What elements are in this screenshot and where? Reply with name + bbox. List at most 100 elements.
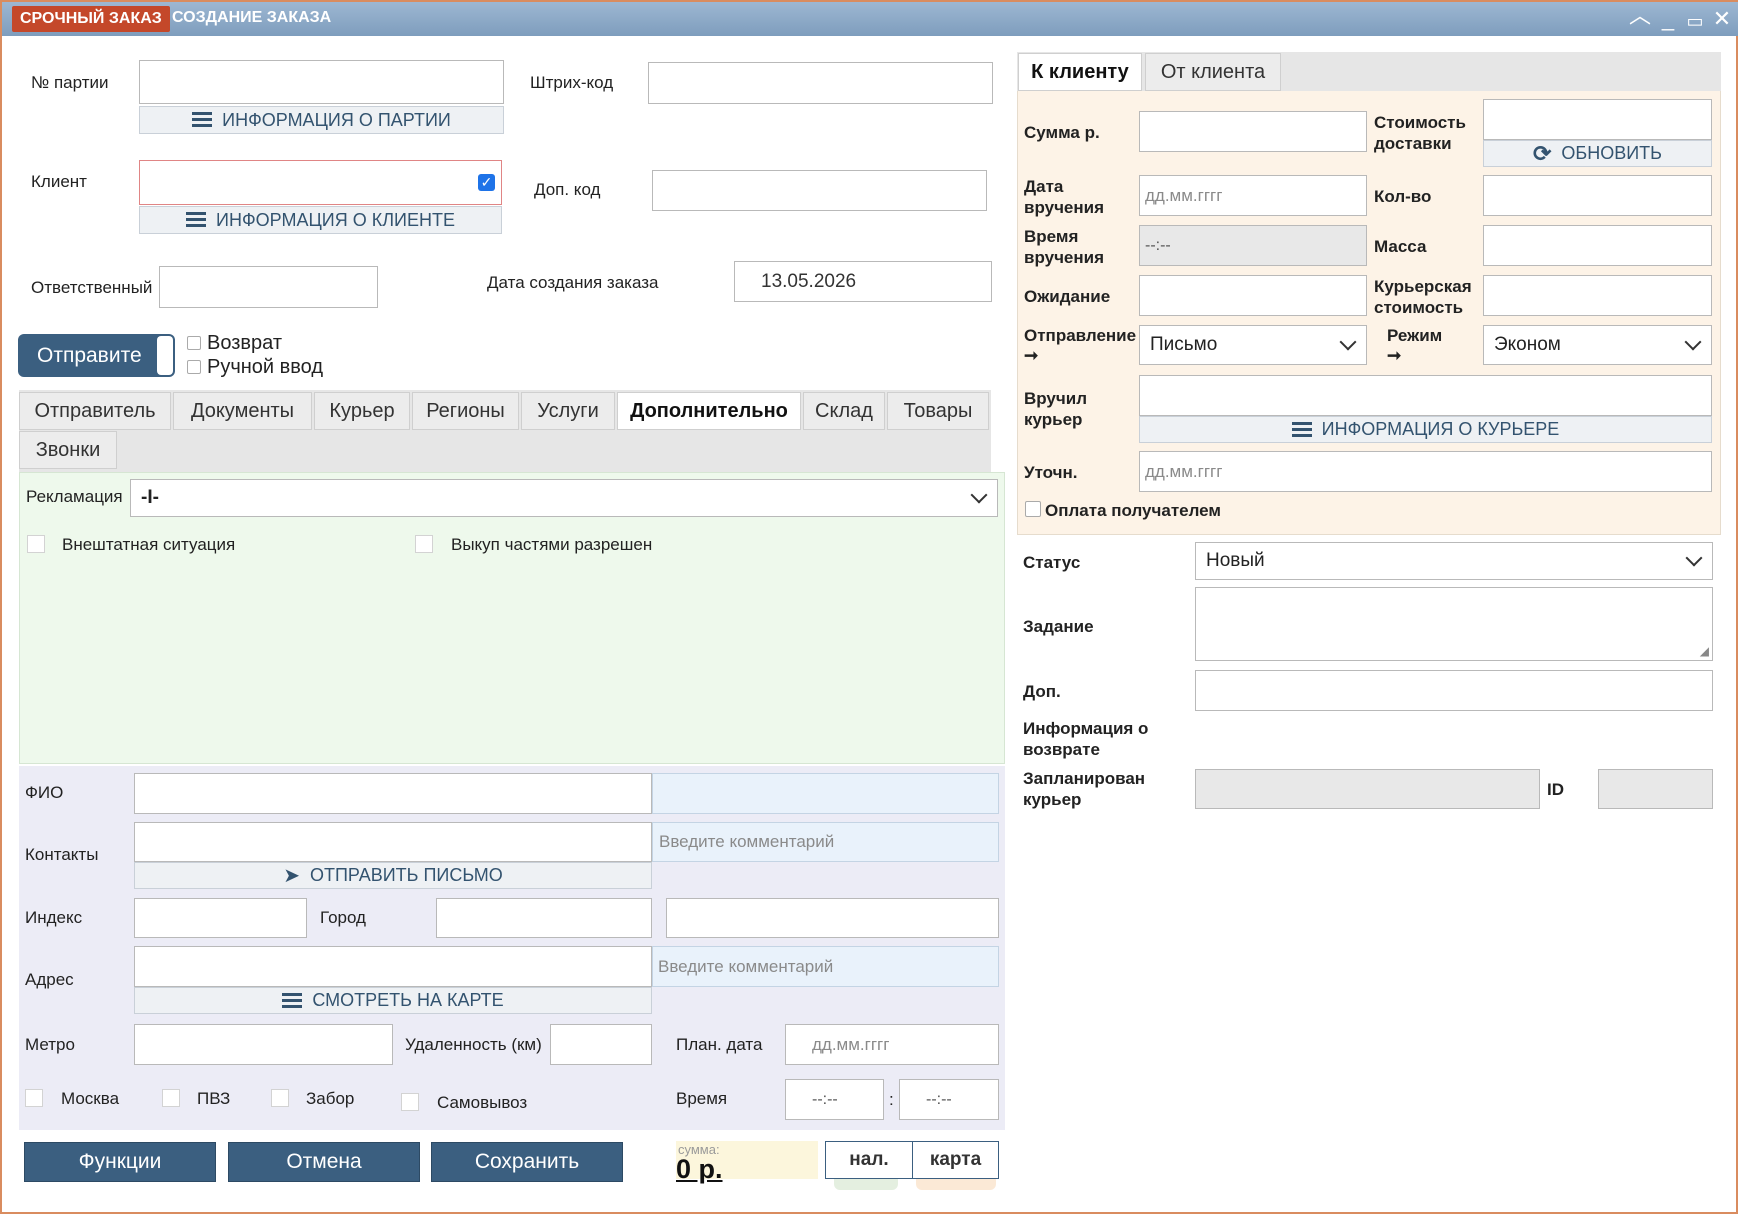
minimize-icon[interactable]: _ bbox=[1657, 8, 1679, 30]
address-input[interactable] bbox=[134, 946, 652, 987]
manual-checkbox[interactable] bbox=[187, 360, 201, 374]
index-input[interactable] bbox=[134, 898, 307, 938]
task-textarea[interactable]: ◢ bbox=[1195, 587, 1713, 661]
maximize-icon[interactable]: ▭ bbox=[1684, 10, 1706, 32]
reclamation-select[interactable]: -I- bbox=[130, 479, 998, 517]
created-date-input[interactable]: 13.05.2026 bbox=[734, 261, 992, 302]
plan-date-input[interactable]: дд.мм.гггг bbox=[785, 1024, 999, 1065]
time-label: Время bbox=[676, 1089, 728, 1108]
collapse-icon[interactable]: ︿ bbox=[1629, 5, 1651, 27]
sender-toggle-label: Отправите bbox=[37, 344, 142, 367]
mass-label: Масса bbox=[1374, 237, 1427, 256]
contacts-input[interactable] bbox=[134, 822, 652, 862]
tab-additional[interactable]: Дополнительно bbox=[617, 392, 801, 430]
manual-label: Ручной ввод bbox=[207, 356, 324, 378]
refresh-button[interactable]: ⟳ ОБНОВИТЬ bbox=[1483, 140, 1712, 167]
tab-from-client[interactable]: От клиента bbox=[1145, 53, 1281, 91]
sum-rub-input[interactable] bbox=[1139, 111, 1367, 152]
handed-courier-label: Вручил курьер bbox=[1024, 389, 1088, 429]
distance-input[interactable] bbox=[550, 1024, 652, 1065]
extra-input[interactable] bbox=[1195, 670, 1713, 711]
dispatch-select[interactable]: Письмо bbox=[1139, 325, 1367, 365]
courier-info-label: ИНФОРМАЦИЯ О КУРЬЕРЕ bbox=[1321, 419, 1560, 439]
tab-goods[interactable]: Товары bbox=[887, 392, 989, 430]
qty-input[interactable] bbox=[1483, 175, 1712, 216]
contacts-comment-input[interactable]: Введите комментарий bbox=[652, 822, 999, 862]
batch-info-button[interactable]: ИНФОРМАЦИЯ О ПАРТИИ bbox=[139, 106, 504, 134]
chevron-down-icon bbox=[1684, 333, 1702, 351]
mode-select[interactable]: Эконом bbox=[1483, 325, 1712, 365]
tab-sender[interactable]: Отправитель bbox=[19, 392, 171, 430]
client-input[interactable]: ✓ bbox=[139, 160, 502, 205]
city-extra-input[interactable] bbox=[666, 898, 999, 938]
status-select[interactable]: Новый bbox=[1195, 542, 1713, 580]
planned-courier-input bbox=[1195, 769, 1540, 809]
delivery-cost-input[interactable] bbox=[1483, 99, 1712, 140]
address-label: Адрес bbox=[25, 970, 74, 989]
send-letter-button[interactable]: ➤ ОТПРАВИТЬ ПИСЬМО bbox=[134, 862, 652, 889]
emergency-checkbox[interactable] bbox=[27, 535, 45, 553]
functions-button[interactable]: Функции bbox=[24, 1142, 216, 1182]
delivery-time-input[interactable]: --:-- bbox=[1139, 225, 1367, 266]
courier-cost-input[interactable] bbox=[1483, 275, 1712, 316]
close-icon[interactable]: ✕ bbox=[1711, 8, 1733, 30]
tab-to-client[interactable]: К клиенту bbox=[1018, 53, 1142, 91]
tab-services[interactable]: Услуги bbox=[521, 392, 615, 430]
pickup-checkbox[interactable] bbox=[271, 1089, 289, 1107]
payer-checkbox[interactable] bbox=[1025, 501, 1041, 517]
save-button[interactable]: Сохранить bbox=[431, 1142, 623, 1182]
cancel-button[interactable]: Отмена bbox=[228, 1142, 420, 1182]
address-comment-input[interactable]: Введите комментарий bbox=[652, 946, 999, 987]
batch-input[interactable] bbox=[139, 60, 504, 104]
return-label: Возврат bbox=[207, 332, 282, 354]
tab-courier[interactable]: Курьер bbox=[314, 392, 410, 430]
self-pickup-label: Самовывоз bbox=[437, 1093, 528, 1112]
client-label: Клиент bbox=[31, 172, 87, 191]
partial-buyout-checkbox[interactable] bbox=[415, 535, 433, 553]
tab-calls[interactable]: Звонки bbox=[19, 431, 117, 469]
tab-warehouse[interactable]: Склад bbox=[803, 392, 885, 430]
client-checkbox[interactable]: ✓ bbox=[478, 174, 495, 191]
waiting-input[interactable] bbox=[1139, 275, 1367, 316]
client-info-button[interactable]: ИНФОРМАЦИЯ О КЛИЕНТЕ bbox=[139, 206, 502, 234]
time-from-input[interactable]: --:-- bbox=[785, 1079, 884, 1120]
extra-code-input[interactable] bbox=[652, 170, 987, 211]
view-map-button[interactable]: СМОТРЕТЬ НА КАРТЕ bbox=[134, 987, 652, 1014]
time-to-input[interactable]: --:-- bbox=[899, 1079, 999, 1120]
metro-input[interactable] bbox=[134, 1024, 393, 1065]
handed-courier-input[interactable] bbox=[1139, 375, 1712, 416]
qty-label: Кол-во bbox=[1374, 187, 1432, 206]
delivery-date-input[interactable]: дд.мм.гггг bbox=[1139, 175, 1367, 216]
resize-handle-icon[interactable]: ◢ bbox=[1700, 644, 1709, 658]
tab-documents[interactable]: Документы bbox=[173, 392, 312, 430]
plan-date-label: План. дата bbox=[676, 1035, 763, 1054]
fio-input[interactable] bbox=[134, 773, 652, 814]
cash-button[interactable]: нал. bbox=[825, 1141, 913, 1179]
courier-info-button[interactable]: ИНФОРМАЦИЯ О КУРЬЕРЕ bbox=[1139, 416, 1712, 443]
moscow-checkbox[interactable] bbox=[25, 1089, 43, 1107]
self-pickup-checkbox[interactable] bbox=[401, 1093, 419, 1111]
responsible-input[interactable] bbox=[159, 266, 378, 308]
reclamation-label: Рекламация bbox=[26, 487, 123, 506]
clarify-input[interactable]: дд.мм.гггг bbox=[1139, 451, 1712, 492]
card-button[interactable]: карта bbox=[912, 1141, 999, 1179]
refresh-icon: ⟳ bbox=[1532, 140, 1552, 166]
payer-label: Оплата получателем bbox=[1045, 501, 1221, 520]
fio-extra-input[interactable] bbox=[652, 773, 999, 814]
extra-code-label: Доп. код bbox=[534, 180, 601, 199]
barcode-input[interactable] bbox=[648, 62, 993, 104]
city-input[interactable] bbox=[436, 898, 652, 938]
tab-regions[interactable]: Регионы bbox=[412, 392, 519, 430]
pvz-checkbox[interactable] bbox=[162, 1089, 180, 1107]
contacts-label: Контакты bbox=[25, 845, 99, 864]
planned-courier-label: Запланирован курьер bbox=[1023, 769, 1146, 809]
return-checkbox[interactable] bbox=[187, 336, 201, 350]
responsible-label: Ответственный bbox=[31, 278, 153, 297]
pvz-label: ПВЗ bbox=[197, 1089, 231, 1108]
extra-label: Доп. bbox=[1023, 682, 1061, 701]
waiting-label: Ожидание bbox=[1024, 287, 1111, 306]
task-label: Задание bbox=[1023, 617, 1094, 636]
time-separator: : bbox=[889, 1090, 894, 1109]
sender-toggle[interactable]: Отправите bbox=[18, 334, 175, 377]
mass-input[interactable] bbox=[1483, 225, 1712, 266]
